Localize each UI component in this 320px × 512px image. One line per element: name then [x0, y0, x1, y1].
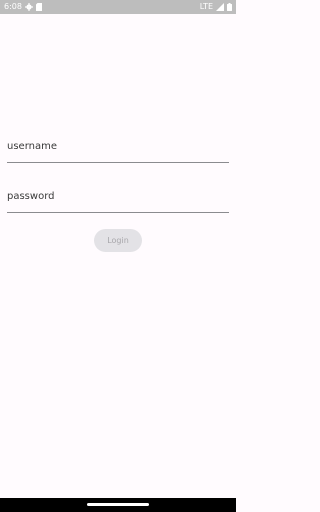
navigation-bar — [0, 498, 236, 512]
username-input[interactable] — [7, 141, 229, 152]
signal-icon — [216, 3, 224, 11]
status-right-group: LTE — [200, 0, 232, 14]
password-field — [7, 182, 229, 213]
home-handle[interactable] — [87, 503, 149, 506]
sd-card-icon — [35, 3, 42, 11]
status-bar: 6:08 LTE — [0, 0, 236, 14]
status-time: 6:08 — [4, 2, 22, 11]
battery-icon — [227, 3, 232, 11]
login-button[interactable]: Login — [94, 229, 142, 252]
username-field — [7, 132, 229, 163]
status-left-group: 6:08 — [4, 0, 42, 14]
settings-gear-icon — [24, 3, 33, 11]
network-type: LTE — [199, 2, 213, 11]
password-input[interactable] — [7, 191, 229, 202]
